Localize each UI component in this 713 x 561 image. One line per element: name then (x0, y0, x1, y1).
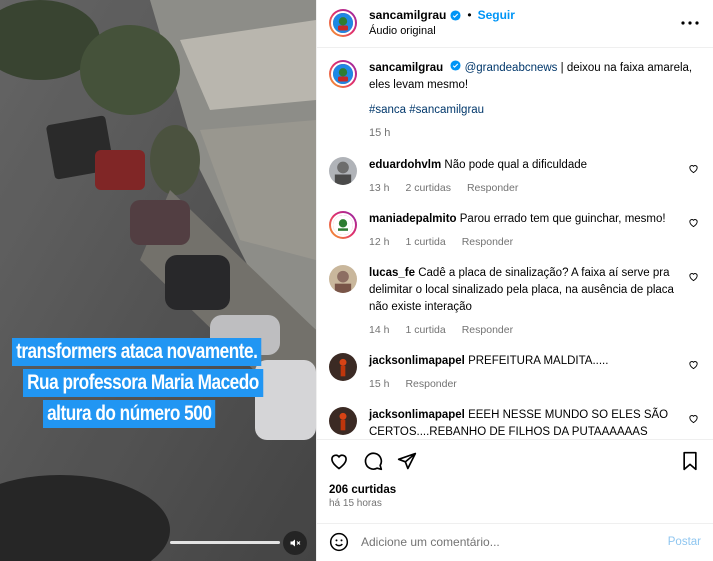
comment-item: lucas_fe Cadê a placa de sinalização? A … (329, 264, 699, 339)
comment-time: 15 h (369, 377, 390, 390)
comment-text: Não pode qual a dificuldade (444, 158, 588, 171)
comment-likes[interactable]: 2 curtidas (405, 180, 451, 197)
audio-label[interactable]: Áudio original (369, 23, 515, 39)
heart-icon (689, 219, 698, 228)
commenter-avatar[interactable] (329, 156, 357, 185)
post-comment-button[interactable]: Postar (668, 536, 701, 548)
reply-button[interactable]: Responder (405, 376, 456, 393)
emoji-icon (329, 533, 349, 552)
more-horizontal-icon (681, 21, 699, 26)
mute-button[interactable] (283, 531, 307, 555)
profile-picture (333, 63, 353, 84)
separator-dot: • (467, 8, 472, 23)
video-caption: transformers ataca novamente. Rua profes… (12, 338, 316, 431)
caption-mention-link[interactable]: @grandeabcnews (465, 62, 558, 74)
comment-likes[interactable]: 1 curtida (405, 322, 445, 339)
heart-icon (689, 165, 698, 174)
share-button[interactable] (397, 451, 417, 471)
profile-picture (333, 13, 353, 34)
author-avatar[interactable] (329, 59, 357, 88)
video-caption-line-2: Rua professora Maria Macedo (23, 369, 263, 397)
like-comment-button[interactable] (688, 217, 699, 228)
heart-icon (689, 361, 698, 370)
caption-username[interactable]: sancamilgrau (369, 62, 443, 74)
post-header: sancamilgrau • Seguir Áudio original (317, 0, 713, 48)
caption-hashtags[interactable]: #sanca #sancamilgrau (369, 102, 699, 119)
comment-username[interactable]: jacksonlimapapel (369, 409, 465, 421)
comment-item: eduardohvlm Não pode qual a dificuldade … (329, 156, 699, 197)
heart-icon (331, 454, 347, 470)
commenter-avatar[interactable] (329, 352, 357, 381)
video-frame (0, 0, 316, 561)
comment-time: 12 h (369, 235, 390, 248)
likes-count[interactable]: 206 curtidas (329, 484, 699, 496)
comment-text: Cadê a placa de sinalização? A faixa aí … (369, 266, 674, 313)
post-time: há 15 horas (329, 497, 382, 509)
comment-button[interactable] (363, 451, 383, 471)
commenter-avatar[interactable] (329, 406, 357, 435)
paper-plane-icon (397, 452, 417, 469)
reply-button[interactable]: Responder (462, 234, 513, 251)
like-comment-button[interactable] (688, 163, 699, 174)
comment-username[interactable]: eduardohvlm (369, 159, 441, 171)
author-avatar[interactable] (329, 9, 357, 38)
commenter-avatar[interactable] (329, 264, 357, 293)
like-comment-button[interactable] (688, 359, 699, 370)
heart-icon (689, 415, 698, 424)
emoji-button[interactable] (329, 532, 349, 552)
comment-username[interactable]: maniadepalmito (369, 213, 457, 225)
speaker-muted-icon (290, 539, 301, 547)
comment-time: 13 h (369, 181, 390, 194)
comment-likes[interactable]: 1 curtida (405, 234, 445, 251)
save-button[interactable] (681, 451, 699, 471)
comment-item: maniadepalmito Parou errado tem que guin… (329, 210, 699, 251)
follow-button[interactable]: Seguir (478, 7, 515, 23)
post-actions: 206 curtidas há 15 horas (317, 438, 713, 509)
video-player[interactable]: transformers ataca novamente. Rua profes… (0, 0, 316, 561)
video-caption-line-1: transformers ataca novamente. (12, 338, 262, 366)
comment-username[interactable]: jacksonlimapapel (369, 355, 465, 367)
commenter-avatar[interactable] (329, 210, 357, 239)
comment-item: jacksonlimapapel PREFEITURA MALDITA.....… (329, 352, 699, 393)
post-panel: sancamilgrau • Seguir Áudio original san… (316, 0, 713, 561)
verified-badge-icon (450, 10, 461, 21)
verified-badge-icon (450, 60, 461, 71)
video-progress-bar[interactable] (170, 541, 280, 544)
add-comment-bar: Postar (317, 522, 713, 561)
author-username[interactable]: sancamilgrau (369, 7, 446, 23)
more-options-button[interactable] (681, 21, 699, 26)
comment-bubble-icon (364, 452, 383, 470)
heart-icon (689, 273, 698, 282)
comment-text: PREFEITURA MALDITA..... (468, 354, 609, 367)
caption-time: 15 h (369, 126, 391, 139)
like-button[interactable] (329, 451, 349, 471)
comments-list[interactable]: sancamilgrau @grandeabcnews | deixou na … (317, 48, 713, 439)
like-comment-button[interactable] (688, 271, 699, 282)
comment-item: jacksonlimapapel EEEH NESSE MUNDO SO ELE… (329, 406, 699, 439)
reply-button[interactable]: Responder (462, 322, 513, 339)
post-caption: sancamilgrau @grandeabcnews | deixou na … (329, 59, 699, 142)
comment-input[interactable] (361, 535, 668, 550)
instagram-post-view: transformers ataca novamente. Rua profes… (0, 0, 713, 561)
comment-username[interactable]: lucas_fe (369, 267, 415, 279)
reply-button[interactable]: Responder (467, 180, 518, 197)
bookmark-icon (683, 451, 697, 470)
comment-text: Parou errado tem que guinchar, mesmo! (459, 212, 666, 225)
like-comment-button[interactable] (688, 413, 699, 424)
comment-time: 14 h (369, 323, 390, 336)
video-caption-line-3: altura do número 500 (43, 400, 216, 428)
